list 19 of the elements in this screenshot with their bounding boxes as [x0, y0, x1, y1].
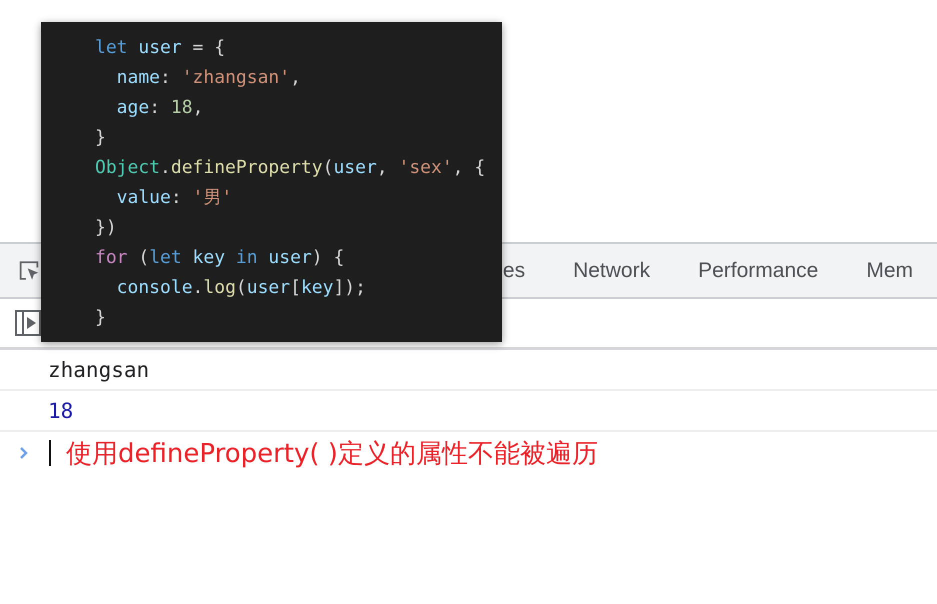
console-input-text[interactable]: 使用defineProperty( )定义的属性不能被遍历	[66, 436, 598, 470]
code-line: console.log(user[key]);	[116, 276, 367, 300]
code-line: for (let key in user) {	[95, 246, 346, 270]
code-line: })	[95, 216, 118, 240]
sidebar-toggle-icon[interactable]	[15, 310, 41, 336]
panel-tab[interactable]: Network	[549, 244, 674, 297]
code-line: Object.defineProperty(user, 'sex', {	[95, 156, 486, 180]
prompt-chevron-icon	[19, 446, 29, 460]
code-line: age: 18,	[116, 96, 204, 120]
panel-tab[interactable]: Performance	[674, 244, 842, 297]
console-message: zhangsan	[48, 358, 150, 382]
panel-tab[interactable]: Mem	[842, 244, 937, 297]
code-line: }	[95, 306, 107, 330]
code-line: let user = {	[95, 36, 226, 60]
console-message: 18	[48, 398, 74, 422]
code-line: value: '男'	[116, 186, 234, 210]
code-line: }	[95, 126, 107, 150]
code-line: name: 'zhangsan',	[116, 66, 302, 90]
panel-tab[interactable]: es	[502, 244, 550, 297]
